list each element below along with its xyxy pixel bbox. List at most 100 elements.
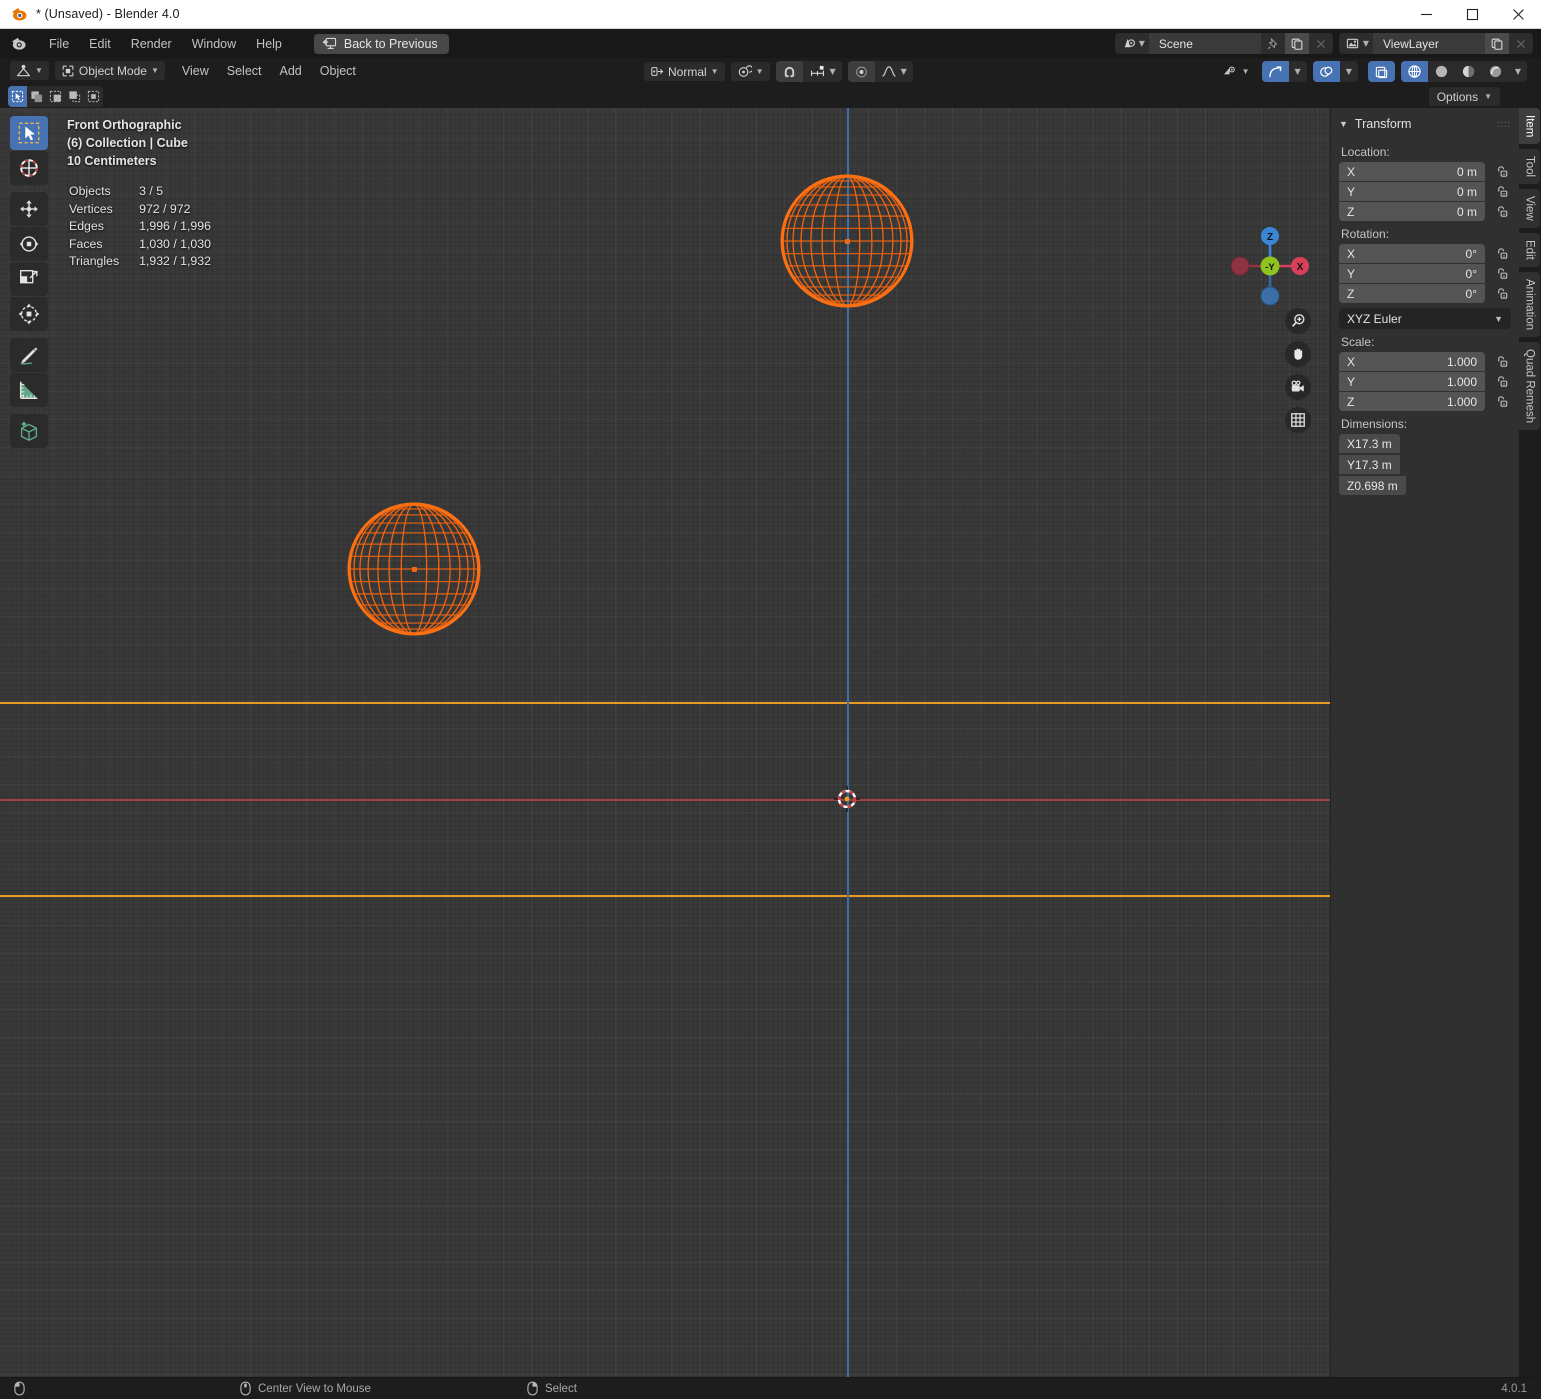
- snap-toggle-button[interactable]: [775, 61, 803, 82]
- dimensions-z-field[interactable]: Z 0.698 m: [1339, 476, 1406, 495]
- menu-render[interactable]: Render: [121, 34, 182, 54]
- maximize-button[interactable]: [1449, 0, 1495, 29]
- move-tool-icon: [20, 200, 38, 218]
- axis-value: 0 m: [1456, 204, 1477, 219]
- viewport-options-button[interactable]: Options ▼: [1428, 87, 1500, 106]
- pin-icon: [1267, 37, 1277, 49]
- lock-toggle-button[interactable]: [1491, 392, 1511, 411]
- interaction-mode-dropdown[interactable]: Object Mode ▼: [54, 61, 165, 80]
- pan-view-button[interactable]: [1285, 341, 1311, 367]
- tool-measure[interactable]: [10, 373, 48, 407]
- tool-add-cube[interactable]: [10, 414, 48, 448]
- select-difference-button[interactable]: [84, 86, 103, 107]
- lock-toggle-button[interactable]: [1491, 202, 1511, 221]
- menu-window[interactable]: Window: [182, 34, 246, 54]
- tool-tweak-select-box[interactable]: [10, 116, 48, 150]
- show-gizmo-toggle[interactable]: [1261, 61, 1289, 82]
- scale-z-field[interactable]: Z 1.000: [1339, 392, 1485, 411]
- lock-toggle-button[interactable]: [1491, 244, 1511, 263]
- scene-type-dropdown[interactable]: ▼: [1114, 33, 1149, 54]
- tool-annotate[interactable]: [10, 338, 48, 372]
- transform-panel-header[interactable]: ▼ Transform ::::: [1331, 113, 1519, 135]
- scale-x-field[interactable]: X 1.000: [1339, 352, 1485, 371]
- sidebar-tab-tool[interactable]: Tool: [1519, 149, 1540, 185]
- sidebar-tab-edit[interactable]: Edit: [1519, 233, 1540, 268]
- close-button[interactable]: [1495, 0, 1541, 29]
- lock-toggle-button[interactable]: [1491, 372, 1511, 391]
- zoom-view-button[interactable]: [1285, 308, 1311, 334]
- shading-material-button[interactable]: [1455, 61, 1482, 82]
- minimize-button[interactable]: [1403, 0, 1449, 29]
- menu-edit[interactable]: Edit: [79, 34, 121, 54]
- dimensions-x-field[interactable]: X 17.3 m: [1339, 434, 1400, 453]
- lock-toggle-button[interactable]: [1491, 352, 1511, 371]
- viewlayer-remove-button[interactable]: [1509, 33, 1533, 54]
- lock-toggle-button[interactable]: [1491, 284, 1511, 303]
- tool-tweak-button[interactable]: [8, 86, 27, 107]
- toggle-ortho-perspective-button[interactable]: [1285, 407, 1311, 433]
- select-subtract-button[interactable]: [65, 86, 84, 107]
- location-x-field[interactable]: X 0 m: [1339, 162, 1485, 181]
- select-set-button[interactable]: [27, 86, 46, 107]
- scene-new-button[interactable]: [1284, 33, 1309, 54]
- show-overlays-toggle[interactable]: [1312, 61, 1340, 82]
- proportional-falloff-dropdown[interactable]: ▼: [875, 61, 913, 82]
- tool-rotate[interactable]: [10, 227, 48, 261]
- scene-name-field[interactable]: Scene: [1148, 33, 1261, 54]
- panel-drag-grip[interactable]: ::::: [1497, 119, 1511, 128]
- rotation-z-field[interactable]: Z 0°: [1339, 284, 1485, 303]
- 3d-viewport[interactable]: Z X -Y: [0, 108, 1519, 1377]
- sidebar-tab-view[interactable]: View: [1519, 189, 1540, 229]
- shading-rendered-button[interactable]: [1482, 61, 1509, 82]
- editor-type-dropdown[interactable]: ▼: [10, 61, 49, 80]
- scale-y-field[interactable]: Y 1.000: [1339, 372, 1485, 391]
- rotation-x-field[interactable]: X 0°: [1339, 244, 1485, 263]
- snap-target-dropdown[interactable]: ▼: [803, 61, 842, 82]
- transform-row: Y 17.3 m: [1339, 455, 1511, 475]
- camera-view-button[interactable]: [1285, 374, 1311, 400]
- sidebar-tab-item[interactable]: Item: [1519, 108, 1540, 145]
- gizmo-options-dropdown[interactable]: ▼: [1289, 61, 1307, 82]
- viewlayer-new-button[interactable]: [1485, 33, 1509, 54]
- dimensions-y-field[interactable]: Y 17.3 m: [1339, 455, 1400, 474]
- rotate-tool-icon: [19, 236, 39, 252]
- tool-scale[interactable]: [10, 262, 48, 296]
- stats-row: Vertices 972 / 972: [69, 202, 211, 218]
- view-axis-gizmo[interactable]: Z X -Y: [1224, 220, 1316, 312]
- location-z-field[interactable]: Z 0 m: [1339, 202, 1485, 221]
- lock-toggle-button[interactable]: [1491, 162, 1511, 181]
- viewport-menu-select[interactable]: Select: [218, 62, 271, 80]
- lock-toggle-button[interactable]: [1491, 264, 1511, 283]
- unlock-icon: [1497, 356, 1507, 367]
- select-extend-button[interactable]: [46, 86, 65, 107]
- viewport-menu-object[interactable]: Object: [311, 62, 365, 80]
- transform-orientation-dropdown[interactable]: Normal ▼: [644, 62, 725, 81]
- shading-solid-button[interactable]: [1428, 61, 1455, 82]
- viewlayer-name-field[interactable]: ViewLayer: [1373, 33, 1485, 54]
- menu-help[interactable]: Help: [246, 34, 292, 54]
- overlay-options-dropdown[interactable]: ▼: [1340, 61, 1358, 82]
- location-y-field[interactable]: Y 0 m: [1339, 182, 1485, 201]
- tool-transform[interactable]: [10, 297, 48, 331]
- shading-wireframe-button[interactable]: [1400, 61, 1428, 82]
- sidebar-tab-quad-remesh[interactable]: Quad Remesh: [1519, 342, 1540, 431]
- viewlayer-type-dropdown[interactable]: ▼: [1338, 33, 1373, 54]
- viewport-menu-view[interactable]: View: [173, 62, 218, 80]
- tool-move[interactable]: [10, 192, 48, 226]
- visibility-dropdown[interactable]: ▼: [1216, 62, 1256, 81]
- back-to-previous-button[interactable]: Back to Previous: [313, 33, 449, 54]
- sidebar-tab-animation[interactable]: Animation: [1519, 272, 1540, 338]
- tool-cursor[interactable]: [10, 151, 48, 185]
- scene-pin-button[interactable]: [1260, 33, 1285, 54]
- lock-toggle-button[interactable]: [1491, 182, 1511, 201]
- blender-app-icon[interactable]: [10, 35, 27, 52]
- rotation-y-field[interactable]: Y 0°: [1339, 264, 1485, 283]
- proportional-editing-toggle[interactable]: [847, 61, 875, 82]
- viewport-menu-add[interactable]: Add: [271, 62, 311, 80]
- toggle-xray-button[interactable]: [1367, 61, 1395, 82]
- pivot-point-dropdown[interactable]: ▼: [730, 62, 770, 81]
- shading-options-dropdown[interactable]: ▼: [1509, 61, 1527, 82]
- menu-file[interactable]: File: [39, 34, 79, 54]
- scene-remove-button[interactable]: [1308, 33, 1333, 54]
- rotation-mode-dropdown[interactable]: XYZ Euler ▼: [1339, 308, 1511, 329]
